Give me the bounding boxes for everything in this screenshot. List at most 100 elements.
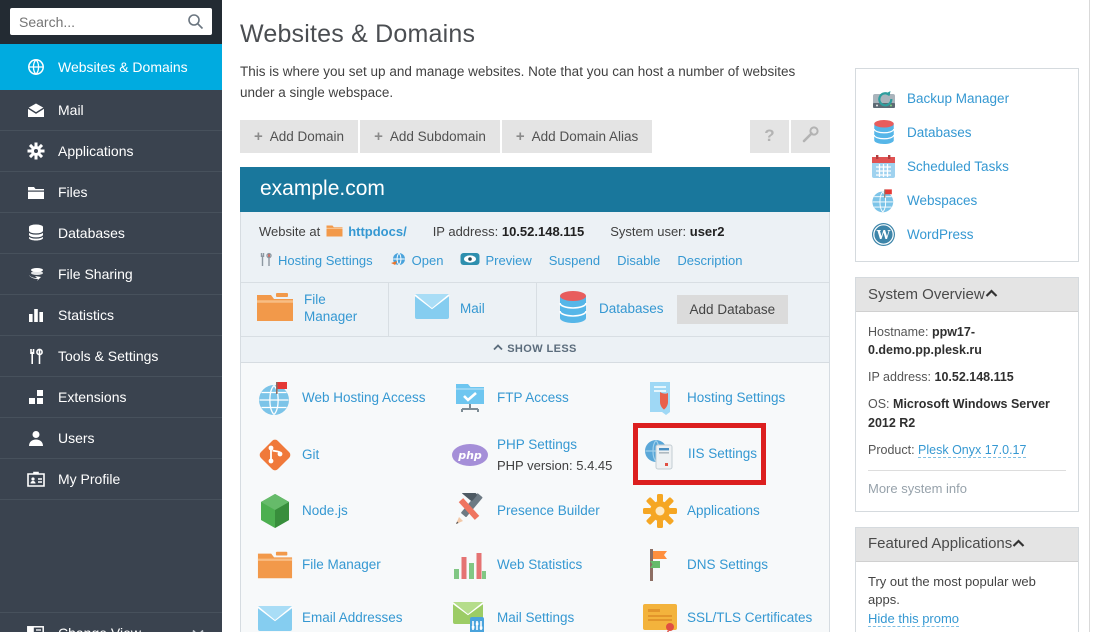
right-webspaces[interactable]: Webspaces: [870, 183, 1064, 217]
sidebar-item-extensions[interactable]: Extensions: [0, 377, 222, 418]
description-link[interactable]: Description: [677, 253, 742, 268]
feature-hosting-settings[interactable]: Hosting Settings: [641, 372, 829, 425]
add-domain-alias-button[interactable]: +Add Domain Alias: [502, 120, 652, 153]
quick-label: File Manager: [304, 292, 366, 326]
open-link[interactable]: Open: [412, 253, 444, 268]
feature-mail-settings[interactable]: Mail Settings: [451, 592, 641, 632]
feature-dns-settings[interactable]: DNS Settings: [641, 538, 829, 592]
sidebar-item-mail[interactable]: Mail: [0, 90, 222, 131]
database-color-icon: [557, 290, 589, 329]
website-at-label: Website at: [259, 224, 320, 239]
add-domain-button[interactable]: +Add Domain: [240, 120, 358, 153]
disable-link[interactable]: Disable: [617, 253, 660, 268]
feature-ftp-access[interactable]: FTP Access: [451, 372, 641, 425]
hosting-settings-link[interactable]: Hosting Settings: [278, 253, 373, 268]
backup-icon: [870, 85, 897, 111]
feature-web-hosting-access[interactable]: Web Hosting Access: [256, 372, 451, 425]
add-subdomain-button[interactable]: +Add Subdomain: [360, 120, 500, 153]
divider: [868, 470, 1066, 471]
feature-web-statistics[interactable]: Web Statistics: [451, 538, 641, 592]
preview-link[interactable]: Preview: [485, 253, 531, 268]
feature-iis-settings[interactable]: IIS Settings: [641, 425, 829, 485]
show-less-toggle[interactable]: SHOW LESS: [241, 336, 829, 362]
gear-icon: [27, 142, 45, 160]
sidebar-item-databases[interactable]: Databases: [0, 213, 222, 254]
chart-icon: [27, 306, 45, 324]
iis-icon: [642, 436, 680, 472]
right-wordpress[interactable]: W WordPress: [870, 217, 1064, 251]
right-scheduled-tasks[interactable]: Scheduled Tasks: [870, 149, 1064, 183]
system-overview-panel: System Overview Hostname: ppw17-0.demo.p…: [855, 277, 1079, 512]
quick-mail[interactable]: Mail: [388, 283, 536, 336]
sidebar-item-change-view[interactable]: Change View: [0, 612, 222, 632]
feature-presence-builder[interactable]: Presence Builder: [451, 485, 641, 538]
plus-icon: +: [516, 128, 525, 145]
tool-label: Databases: [907, 125, 972, 140]
feature-label: Node.js: [302, 503, 348, 518]
server-tools-panel: Backup Manager Databases Scheduled Tasks…: [855, 68, 1079, 262]
quick-databases: Databases Add Database: [536, 283, 829, 336]
feature-applications[interactable]: Applications: [641, 485, 829, 538]
docroot-link[interactable]: httpdocs/: [348, 224, 407, 239]
sidebar-item-files[interactable]: Files: [0, 172, 222, 213]
quick-file-manager[interactable]: File Manager: [241, 283, 388, 336]
sidebar-item-applications[interactable]: Applications: [0, 131, 222, 172]
doc-shield-icon: [641, 380, 679, 416]
sidebar-item-label: Statistics: [58, 307, 114, 323]
featured-applications-body: Try out the most popular web apps. Hide …: [856, 562, 1078, 632]
sysuser-value: user2: [690, 224, 725, 239]
sidebar-item-websites-domains[interactable]: Websites & Domains: [0, 44, 222, 90]
ip-label: IP address:: [433, 224, 499, 239]
sidebar-item-file-sharing[interactable]: File Sharing: [0, 254, 222, 295]
feature-email-addresses[interactable]: Email Addresses: [256, 592, 451, 632]
open-globe-icon: [390, 252, 407, 270]
settings-tools-button[interactable]: [791, 120, 830, 153]
globe-flag-icon: [256, 380, 294, 416]
right-backup-manager[interactable]: Backup Manager: [870, 81, 1064, 115]
domain-card-top: Website at httpdocs/ IP address: 10.52.1…: [240, 212, 830, 363]
right-databases[interactable]: Databases: [870, 115, 1064, 149]
blocks-icon: [27, 388, 45, 406]
builder-icon: [451, 493, 489, 529]
domain-name[interactable]: example.com: [240, 167, 830, 212]
sidebar: Websites & Domains Mail Applications Fil…: [0, 0, 222, 632]
sidebar-item-label: Mail: [58, 102, 84, 118]
feature-ssl-certificates[interactable]: SSL/TLS Certificates: [641, 592, 829, 632]
feature-file-manager[interactable]: File Manager: [256, 538, 451, 592]
feature-nodejs[interactable]: Node.js: [256, 485, 451, 538]
sidebar-item-my-profile[interactable]: My Profile: [0, 459, 222, 500]
system-overview-header[interactable]: System Overview: [856, 278, 1078, 312]
right-column: Backup Manager Databases Scheduled Tasks…: [855, 68, 1079, 632]
dns-flags-icon: [641, 547, 679, 583]
feature-label: Web Statistics: [497, 557, 582, 572]
wordpress-icon: W: [870, 222, 897, 247]
sidebar-item-users[interactable]: Users: [0, 418, 222, 459]
feature-label: Presence Builder: [497, 503, 600, 518]
os-label: OS:: [868, 397, 890, 411]
domain-card: example.com Website at httpdocs/ IP addr…: [240, 167, 830, 632]
feature-php-settings[interactable]: php PHP Settings PHP version: 5.4.45: [451, 425, 641, 485]
help-button[interactable]: ?: [750, 120, 789, 153]
more-system-info-link[interactable]: More system info: [868, 481, 967, 496]
feature-git[interactable]: Git: [256, 425, 451, 485]
scrollbar-track[interactable]: [1089, 0, 1090, 632]
chevron-up-icon: [985, 285, 998, 303]
feature-label: File Manager: [302, 557, 381, 572]
feature-label: PHP Settings: [497, 437, 577, 452]
featured-text: Try out the most popular web apps.: [868, 573, 1066, 611]
product-version-link[interactable]: Plesk Onyx 17.0.17: [918, 443, 1026, 458]
sidebar-item-tools-settings[interactable]: Tools & Settings: [0, 336, 222, 377]
sidebar-item-statistics[interactable]: Statistics: [0, 295, 222, 336]
featured-applications-header[interactable]: Featured Applications: [856, 528, 1078, 562]
search-input[interactable]: [10, 8, 212, 35]
suspend-link[interactable]: Suspend: [549, 253, 600, 268]
user-icon: [27, 429, 45, 447]
add-database-button[interactable]: Add Database: [677, 295, 789, 324]
hide-promo-link[interactable]: Hide this promo: [868, 611, 959, 627]
sidebar-item-label: Tools & Settings: [58, 348, 158, 364]
idcard-icon: [27, 470, 45, 488]
svg-text:php: php: [457, 449, 482, 462]
quick-label[interactable]: Databases: [599, 301, 664, 318]
layout-icon: [27, 626, 45, 632]
featured-applications-panel: Featured Applications Try out the most p…: [855, 527, 1079, 632]
